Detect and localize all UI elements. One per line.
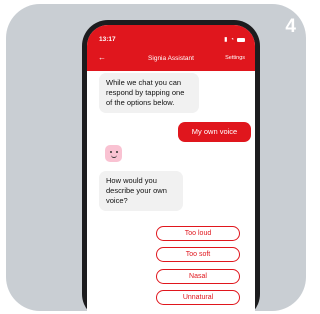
- battery-icon: [237, 37, 245, 42]
- phone-screen: 13:17 ▮ ◔ ← Signia Assistant Settings Wh…: [87, 25, 255, 311]
- phone-frame: 13:17 ▮ ◔ ← Signia Assistant Settings Wh…: [82, 20, 260, 311]
- wifi-icon: ◔: [230, 36, 234, 43]
- app-header: 13:17 ▮ ◔ ← Signia Assistant Settings: [87, 25, 255, 71]
- bot-message-question: How would you describe your own voice?: [99, 171, 183, 211]
- status-icons: ▮ ◔: [224, 36, 245, 43]
- option-too-soft[interactable]: Too soft: [156, 247, 240, 262]
- option-nasal[interactable]: Nasal: [156, 269, 240, 284]
- signal-icon: ▮: [224, 37, 228, 43]
- settings-button[interactable]: Settings: [225, 55, 245, 61]
- bot-message-intro: While we chat you can respond by tapping…: [99, 73, 199, 113]
- option-unnatural[interactable]: Unnatural: [156, 290, 240, 305]
- assistant-avatar-icon: [105, 145, 122, 162]
- status-time: 13:17: [99, 36, 116, 43]
- user-message: My own voice: [178, 122, 251, 142]
- step-number: 4: [285, 16, 296, 37]
- illustration-card: 4 13:17 ▮ ◔ ← Signia Assistant Settings …: [6, 4, 306, 311]
- option-too-loud[interactable]: Too loud: [156, 226, 240, 241]
